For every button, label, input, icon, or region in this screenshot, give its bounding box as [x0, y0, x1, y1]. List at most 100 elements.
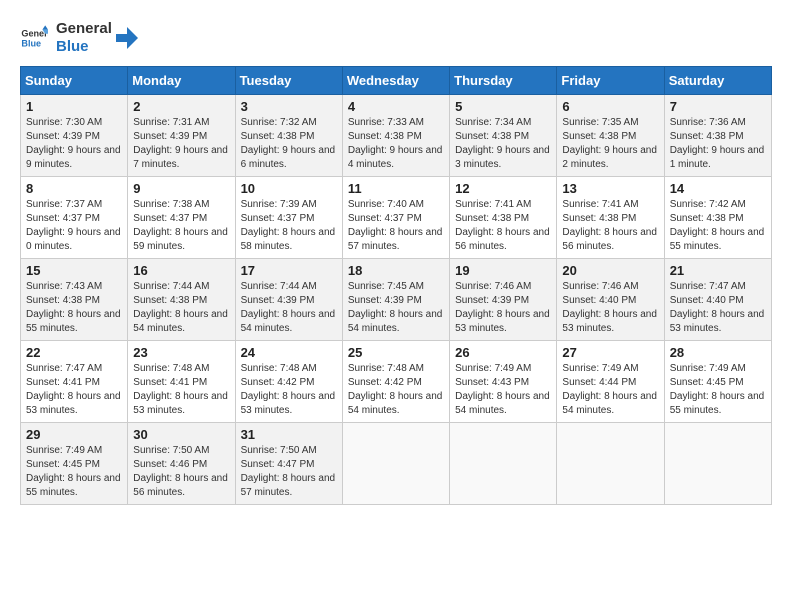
calendar-week-row: 29 Sunrise: 7:49 AMSunset: 4:45 PMDaylig… — [21, 423, 772, 505]
day-number: 8 — [26, 181, 122, 196]
calendar-cell: 16 Sunrise: 7:44 AMSunset: 4:38 PMDaylig… — [128, 259, 235, 341]
calendar-cell: 27 Sunrise: 7:49 AMSunset: 4:44 PMDaylig… — [557, 341, 664, 423]
day-number: 13 — [562, 181, 658, 196]
calendar-cell: 31 Sunrise: 7:50 AMSunset: 4:47 PMDaylig… — [235, 423, 342, 505]
day-info: Sunrise: 7:30 AMSunset: 4:39 PMDaylight:… — [26, 117, 121, 170]
calendar-week-row: 1 Sunrise: 7:30 AMSunset: 4:39 PMDayligh… — [21, 95, 772, 177]
day-number: 14 — [670, 181, 766, 196]
day-info: Sunrise: 7:44 AMSunset: 4:38 PMDaylight:… — [133, 281, 228, 334]
header-day-saturday: Saturday — [664, 67, 771, 95]
calendar-cell: 30 Sunrise: 7:50 AMSunset: 4:46 PMDaylig… — [128, 423, 235, 505]
calendar-cell: 5 Sunrise: 7:34 AMSunset: 4:38 PMDayligh… — [450, 95, 557, 177]
day-number: 24 — [241, 345, 337, 360]
logo: General Blue General Blue — [20, 20, 138, 56]
day-number: 30 — [133, 427, 229, 442]
day-info: Sunrise: 7:49 AMSunset: 4:45 PMDaylight:… — [26, 445, 121, 498]
day-number: 18 — [348, 263, 444, 278]
day-info: Sunrise: 7:42 AMSunset: 4:38 PMDaylight:… — [670, 199, 765, 252]
day-info: Sunrise: 7:50 AMSunset: 4:47 PMDaylight:… — [241, 445, 336, 498]
header-day-friday: Friday — [557, 67, 664, 95]
day-number: 29 — [26, 427, 122, 442]
calendar-week-row: 15 Sunrise: 7:43 AMSunset: 4:38 PMDaylig… — [21, 259, 772, 341]
day-info: Sunrise: 7:47 AMSunset: 4:41 PMDaylight:… — [26, 363, 121, 416]
day-number: 22 — [26, 345, 122, 360]
day-info: Sunrise: 7:36 AMSunset: 4:38 PMDaylight:… — [670, 117, 765, 170]
calendar-cell: 15 Sunrise: 7:43 AMSunset: 4:38 PMDaylig… — [21, 259, 128, 341]
day-info: Sunrise: 7:39 AMSunset: 4:37 PMDaylight:… — [241, 199, 336, 252]
day-number: 3 — [241, 99, 337, 114]
calendar-week-row: 8 Sunrise: 7:37 AMSunset: 4:37 PMDayligh… — [21, 177, 772, 259]
calendar-cell: 20 Sunrise: 7:46 AMSunset: 4:40 PMDaylig… — [557, 259, 664, 341]
day-number: 4 — [348, 99, 444, 114]
day-number: 1 — [26, 99, 122, 114]
day-info: Sunrise: 7:33 AMSunset: 4:38 PMDaylight:… — [348, 117, 443, 170]
day-info: Sunrise: 7:48 AMSunset: 4:41 PMDaylight:… — [133, 363, 228, 416]
day-info: Sunrise: 7:43 AMSunset: 4:38 PMDaylight:… — [26, 281, 121, 334]
calendar-cell: 13 Sunrise: 7:41 AMSunset: 4:38 PMDaylig… — [557, 177, 664, 259]
calendar-cell: 22 Sunrise: 7:47 AMSunset: 4:41 PMDaylig… — [21, 341, 128, 423]
day-info: Sunrise: 7:50 AMSunset: 4:46 PMDaylight:… — [133, 445, 228, 498]
calendar-cell: 17 Sunrise: 7:44 AMSunset: 4:39 PMDaylig… — [235, 259, 342, 341]
calendar-cell: 7 Sunrise: 7:36 AMSunset: 4:38 PMDayligh… — [664, 95, 771, 177]
day-number: 17 — [241, 263, 337, 278]
logo-text-blue: Blue — [56, 38, 112, 56]
calendar-cell: 23 Sunrise: 7:48 AMSunset: 4:41 PMDaylig… — [128, 341, 235, 423]
calendar-header-row: SundayMondayTuesdayWednesdayThursdayFrid… — [21, 67, 772, 95]
calendar-cell — [450, 423, 557, 505]
calendar-cell: 10 Sunrise: 7:39 AMSunset: 4:37 PMDaylig… — [235, 177, 342, 259]
day-info: Sunrise: 7:41 AMSunset: 4:38 PMDaylight:… — [562, 199, 657, 252]
day-number: 25 — [348, 345, 444, 360]
calendar-cell: 11 Sunrise: 7:40 AMSunset: 4:37 PMDaylig… — [342, 177, 449, 259]
day-info: Sunrise: 7:31 AMSunset: 4:39 PMDaylight:… — [133, 117, 228, 170]
day-info: Sunrise: 7:44 AMSunset: 4:39 PMDaylight:… — [241, 281, 336, 334]
day-info: Sunrise: 7:34 AMSunset: 4:38 PMDaylight:… — [455, 117, 550, 170]
svg-text:Blue: Blue — [21, 38, 41, 48]
day-info: Sunrise: 7:40 AMSunset: 4:37 PMDaylight:… — [348, 199, 443, 252]
day-number: 6 — [562, 99, 658, 114]
calendar-cell: 19 Sunrise: 7:46 AMSunset: 4:39 PMDaylig… — [450, 259, 557, 341]
day-number: 15 — [26, 263, 122, 278]
day-number: 12 — [455, 181, 551, 196]
day-number: 16 — [133, 263, 229, 278]
calendar-cell: 25 Sunrise: 7:48 AMSunset: 4:42 PMDaylig… — [342, 341, 449, 423]
calendar-cell: 26 Sunrise: 7:49 AMSunset: 4:43 PMDaylig… — [450, 341, 557, 423]
day-info: Sunrise: 7:35 AMSunset: 4:38 PMDaylight:… — [562, 117, 657, 170]
calendar-cell: 6 Sunrise: 7:35 AMSunset: 4:38 PMDayligh… — [557, 95, 664, 177]
day-info: Sunrise: 7:41 AMSunset: 4:38 PMDaylight:… — [455, 199, 550, 252]
calendar-cell: 2 Sunrise: 7:31 AMSunset: 4:39 PMDayligh… — [128, 95, 235, 177]
logo-text-general: General — [56, 20, 112, 38]
header-day-thursday: Thursday — [450, 67, 557, 95]
calendar-cell — [664, 423, 771, 505]
day-info: Sunrise: 7:45 AMSunset: 4:39 PMDaylight:… — [348, 281, 443, 334]
day-info: Sunrise: 7:48 AMSunset: 4:42 PMDaylight:… — [348, 363, 443, 416]
calendar-cell: 14 Sunrise: 7:42 AMSunset: 4:38 PMDaylig… — [664, 177, 771, 259]
header-day-monday: Monday — [128, 67, 235, 95]
header-day-wednesday: Wednesday — [342, 67, 449, 95]
day-number: 9 — [133, 181, 229, 196]
day-info: Sunrise: 7:32 AMSunset: 4:38 PMDaylight:… — [241, 117, 336, 170]
day-info: Sunrise: 7:47 AMSunset: 4:40 PMDaylight:… — [670, 281, 765, 334]
day-number: 20 — [562, 263, 658, 278]
calendar-cell: 4 Sunrise: 7:33 AMSunset: 4:38 PMDayligh… — [342, 95, 449, 177]
day-info: Sunrise: 7:49 AMSunset: 4:45 PMDaylight:… — [670, 363, 765, 416]
calendar-cell: 24 Sunrise: 7:48 AMSunset: 4:42 PMDaylig… — [235, 341, 342, 423]
calendar-cell — [342, 423, 449, 505]
day-number: 28 — [670, 345, 766, 360]
page-header: General Blue General Blue — [20, 20, 772, 56]
calendar-cell: 3 Sunrise: 7:32 AMSunset: 4:38 PMDayligh… — [235, 95, 342, 177]
calendar-cell: 1 Sunrise: 7:30 AMSunset: 4:39 PMDayligh… — [21, 95, 128, 177]
calendar-cell: 12 Sunrise: 7:41 AMSunset: 4:38 PMDaylig… — [450, 177, 557, 259]
day-info: Sunrise: 7:46 AMSunset: 4:40 PMDaylight:… — [562, 281, 657, 334]
logo-arrow-icon — [116, 27, 138, 49]
day-number: 19 — [455, 263, 551, 278]
day-info: Sunrise: 7:37 AMSunset: 4:37 PMDaylight:… — [26, 199, 121, 252]
day-info: Sunrise: 7:38 AMSunset: 4:37 PMDaylight:… — [133, 199, 228, 252]
calendar-cell — [557, 423, 664, 505]
day-number: 21 — [670, 263, 766, 278]
day-number: 10 — [241, 181, 337, 196]
calendar-cell: 8 Sunrise: 7:37 AMSunset: 4:37 PMDayligh… — [21, 177, 128, 259]
calendar-cell: 18 Sunrise: 7:45 AMSunset: 4:39 PMDaylig… — [342, 259, 449, 341]
calendar-cell: 28 Sunrise: 7:49 AMSunset: 4:45 PMDaylig… — [664, 341, 771, 423]
day-number: 5 — [455, 99, 551, 114]
header-day-sunday: Sunday — [21, 67, 128, 95]
